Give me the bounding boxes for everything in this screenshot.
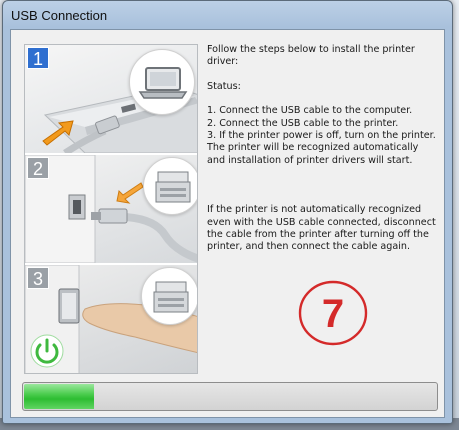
step-2-badge: 2 [27, 157, 49, 179]
status-label: Status: [207, 80, 241, 92]
recognize-text: The printer will be recognized automatic… [207, 142, 419, 166]
laptop-thumbnail [129, 49, 195, 115]
step-3-badge: 3 [27, 267, 49, 289]
steps-illustration: 1 2 3 [24, 44, 198, 374]
window-title: USB Connection [11, 8, 108, 23]
step-2-text: 2. Connect the USB cable to the printer. [207, 117, 399, 129]
install-progress-bar [22, 382, 438, 411]
annotation-label: 7 [322, 292, 344, 336]
printer-icon [153, 281, 189, 313]
step-2-panel: 2 [25, 155, 197, 263]
step-3-panel: 3 [25, 265, 197, 373]
printer-icon [155, 171, 191, 203]
progress-fill [24, 384, 94, 409]
troubleshoot-text: If the printer is not automatically reco… [207, 204, 436, 253]
step-1-panel: 1 [25, 45, 197, 153]
laptop-icon [138, 67, 188, 99]
printer-thumbnail [141, 267, 197, 325]
arrow-icon [116, 182, 144, 204]
instructions-text: Follow the steps below to install the pr… [207, 44, 439, 254]
step-1-badge: 1 [27, 47, 49, 69]
printer-thumbnail [143, 157, 197, 215]
dialog-body: 1 2 3 Follow the steps below to install … [10, 29, 445, 418]
step-3-text: 3. If the printer power is off, turn on … [207, 130, 436, 142]
annotation-circle: 7 [298, 280, 368, 346]
intro-text: Follow the steps below to install the pr… [207, 44, 415, 68]
step-1-text: 1. Connect the USB cable to the computer… [207, 105, 413, 117]
power-icon [30, 334, 64, 368]
usb-connection-dialog: USB Connection 1 2 3 Follow the steps be… [2, 0, 453, 424]
usb-plug-icon [98, 208, 128, 224]
title-bar[interactable]: USB Connection [3, 1, 452, 29]
